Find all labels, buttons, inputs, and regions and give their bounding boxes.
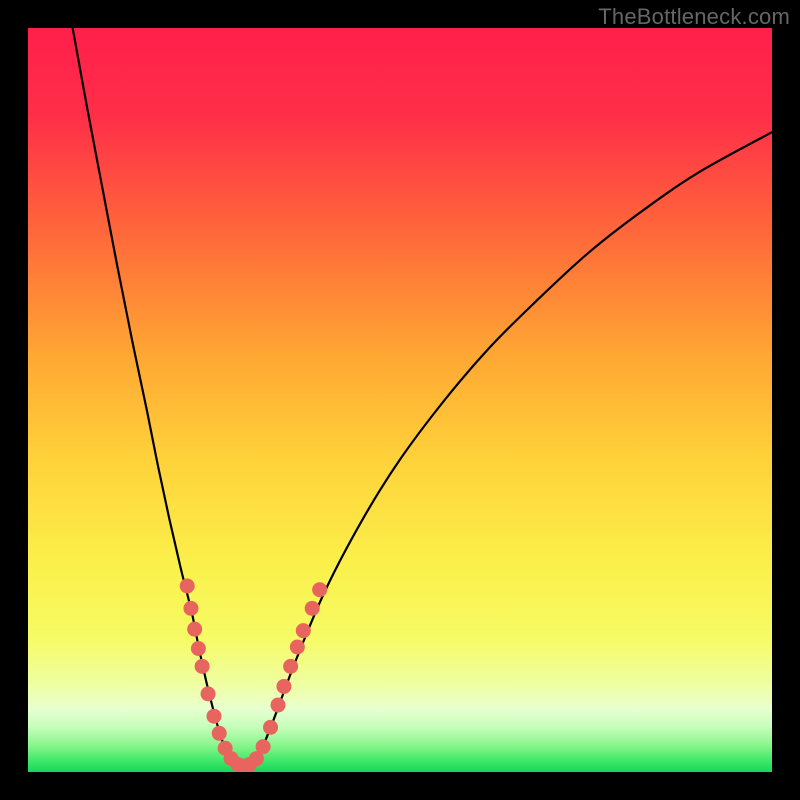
- marker-dots-group: [180, 579, 327, 773]
- marker-dot: [312, 582, 327, 597]
- marker-dot: [195, 659, 210, 674]
- marker-dot: [201, 686, 216, 701]
- marker-dot: [263, 720, 278, 735]
- plot-area: [28, 28, 772, 772]
- marker-dot: [290, 640, 305, 655]
- watermark-text: TheBottleneck.com: [598, 4, 790, 30]
- marker-dot: [296, 623, 311, 638]
- marker-dot: [183, 601, 198, 616]
- marker-dot: [180, 579, 195, 594]
- bottleneck-curve: [28, 28, 772, 772]
- marker-dot: [187, 622, 202, 637]
- marker-dot: [207, 709, 222, 724]
- marker-dot: [283, 659, 298, 674]
- marker-dot: [212, 726, 227, 741]
- marker-dot: [270, 698, 285, 713]
- marker-dot: [256, 739, 271, 754]
- chart-frame: TheBottleneck.com: [0, 0, 800, 800]
- marker-dot: [276, 679, 291, 694]
- marker-dot: [305, 601, 320, 616]
- v-curve-line: [73, 28, 772, 767]
- marker-dot: [191, 641, 206, 656]
